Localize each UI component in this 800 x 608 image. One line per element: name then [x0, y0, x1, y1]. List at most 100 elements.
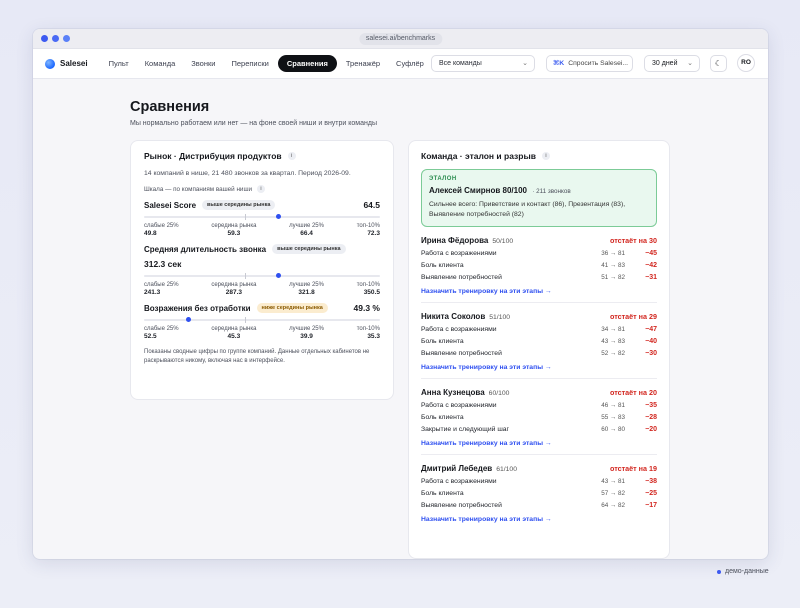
team-card-title: Команда · эталон и разрыв i — [421, 151, 657, 161]
stage-delta: −45 — [645, 250, 657, 258]
period-select[interactable]: 30 дней ⌄ — [644, 55, 700, 72]
member-name: Анна Кузнецова 60/100 — [421, 388, 509, 397]
etalon-name: Алексей Смирнов 80/100 · 211 звонков — [429, 186, 649, 195]
member-score: 61/100 — [496, 466, 517, 474]
assign-training-link[interactable]: Назначить тренировку на эти этапы → — [421, 364, 657, 371]
stage-delta: −31 — [645, 274, 657, 282]
tick-value: 321.8 — [298, 289, 315, 296]
stage-values: 51 → 82 — [601, 274, 625, 282]
tick-label: топ-10% — [356, 326, 380, 332]
assign-training-link[interactable]: Назначить тренировку на эти этапы → — [421, 288, 657, 295]
stage-row: Боль клиента 57 → 82 −25 — [421, 490, 657, 497]
tick-value: 45.3 — [227, 333, 241, 340]
stage-row: Работа с возражениями 43 → 81 −38 — [421, 478, 657, 485]
stage-delta: −35 — [645, 402, 657, 410]
close-window-dot[interactable] — [41, 35, 48, 42]
metric-name: Salesei Score выше середины рынка — [144, 200, 276, 210]
tick-label: середина рынка — [211, 282, 257, 288]
tab-0[interactable]: Пульт — [102, 55, 136, 72]
team-select[interactable]: Все команды ⌄ — [431, 55, 535, 72]
market-median-marker — [245, 214, 247, 220]
team-title-text: Команда · эталон и разрыв — [421, 151, 536, 161]
demo-data-label: демо-данные — [717, 568, 769, 575]
period-select-value: 30 дней — [652, 60, 678, 67]
etalon-score: 80/100 — [502, 186, 527, 195]
brand-logo-icon — [45, 58, 55, 69]
tick-value: 72.3 — [367, 230, 380, 237]
metric-name-text: Возражения без отработки — [144, 303, 251, 313]
market-footnote: Показаны сводные цифры по группе компани… — [144, 349, 370, 364]
market-title-text: Рынок · Дистрибуция продуктов — [144, 151, 282, 161]
tick-label: середина рынка — [211, 326, 257, 332]
stage-values: 43 → 81 — [601, 478, 625, 486]
tab-6[interactable]: Суфлёр — [389, 55, 431, 72]
stage-values: 52 → 82 — [601, 350, 625, 358]
tick-value: 49.8 — [144, 230, 157, 237]
brand[interactable]: Salesei — [45, 58, 88, 69]
stage-name: Работа с возражениями — [421, 250, 497, 258]
etalon-calls: · 211 звонков — [532, 188, 571, 195]
assign-training-link[interactable]: Назначить тренировку на эти этапы → — [421, 440, 657, 447]
market-card-title: Рынок · Дистрибуция продуктов i — [144, 151, 380, 161]
tick-value: 241.3 — [144, 289, 161, 296]
stage-row: Боль клиента 41 → 83 −42 — [421, 262, 657, 269]
metric-tick: лучшие 25% 321.8 — [289, 282, 324, 296]
info-icon[interactable]: i — [287, 152, 296, 160]
address-bar[interactable]: salesei.ai/benchmarks — [358, 33, 443, 45]
stage-name: Боль клиента — [421, 490, 464, 498]
stage-name: Боль клиента — [421, 262, 464, 270]
metric-head: Salesei Score выше середины рынка 64.5 — [144, 200, 380, 210]
stage-values: 64 → 82 — [601, 502, 625, 510]
tick-label: лучшие 25% — [289, 326, 324, 332]
stage-name: Выявление потребностей — [421, 350, 502, 358]
company-position-marker — [276, 214, 282, 219]
metric-name-text: Средняя длительность звонка — [144, 244, 267, 254]
maximize-window-dot[interactable] — [63, 35, 70, 42]
tab-3[interactable]: Переписки — [224, 55, 275, 72]
metric-tick: топ-10% 350.5 — [357, 282, 380, 296]
stage-name: Работа с возражениями — [421, 402, 497, 410]
stage-row: Работа с возражениями 46 → 81 −35 — [421, 402, 657, 409]
metric-tick: слабые 25% 241.3 — [144, 282, 179, 296]
stage-values: 43 → 83 — [601, 338, 625, 346]
tab-2[interactable]: Звонки — [184, 55, 222, 72]
stage-name: Боль клиента — [421, 414, 464, 422]
tab-5[interactable]: Тренажёр — [339, 55, 387, 72]
assign-training-link[interactable]: Назначить тренировку на эти этапы → — [421, 516, 657, 523]
info-icon[interactable]: i — [541, 152, 550, 160]
stage-delta: −38 — [645, 478, 657, 486]
tab-4[interactable]: Сравнения — [277, 55, 337, 72]
team-member: Ирина Фёдорова 50/100 отстаёт на 30 Работа … — [421, 227, 657, 304]
metric-scale-track — [144, 317, 380, 323]
stage-name: Работа с возражениями — [421, 326, 497, 334]
status-badge: выше середины рынка — [272, 244, 346, 254]
tick-value: 66.4 — [300, 230, 313, 237]
avatar[interactable]: RO — [737, 54, 755, 72]
chevron-down-icon: ⌄ — [687, 60, 693, 67]
metric-scale-track — [144, 273, 380, 279]
team-member: Анна Кузнецова 60/100 отстаёт на 20 Работа … — [421, 379, 657, 456]
ask-salesei-button[interactable]: ⌘K Спросить Salesei... — [546, 55, 633, 72]
market-metric: Средняя длительность звонка выше середины… — [144, 244, 380, 296]
stage-delta: −25 — [645, 490, 657, 498]
stage-delta: −47 — [645, 326, 657, 334]
info-icon[interactable]: i — [257, 185, 266, 193]
stage-row: Закрытие и следующий шаг 60 → 80 −20 — [421, 426, 657, 433]
etalon-strengths: Сильнее всего: Приветствие и контакт (86… — [429, 201, 626, 219]
team-member: Дмитрий Лебедев 61/100 отстаёт на 19 Работа… — [421, 455, 657, 530]
metric-ticks: слабые 25% 241.3 середина рынка 287.3 лучшие… — [144, 282, 380, 296]
minimize-window-dot[interactable] — [52, 35, 59, 42]
stage-row: Работа с возражениями 36 → 81 −45 — [421, 250, 657, 257]
app-window: salesei.ai/benchmarks Salesei Пульт Коман… — [33, 29, 768, 559]
market-metrics: Salesei Score выше середины рынка 64.5 слаб… — [144, 200, 380, 340]
member-name: Ирина Фёдорова 50/100 — [421, 236, 513, 245]
theme-toggle-button[interactable]: ☾ — [710, 55, 727, 72]
metric-tick: лучшие 25% 66.4 — [289, 223, 324, 237]
market-median-marker — [245, 317, 247, 323]
tick-label: середина рынка — [211, 223, 257, 229]
metric-tick: середина рынка 287.3 — [211, 282, 256, 296]
stage-delta: −40 — [645, 338, 657, 346]
member-name-text: Анна Кузнецова — [421, 388, 485, 398]
tab-1[interactable]: Команда — [138, 55, 183, 72]
stage-row: Выявление потребностей 64 → 82 −17 — [421, 502, 657, 509]
